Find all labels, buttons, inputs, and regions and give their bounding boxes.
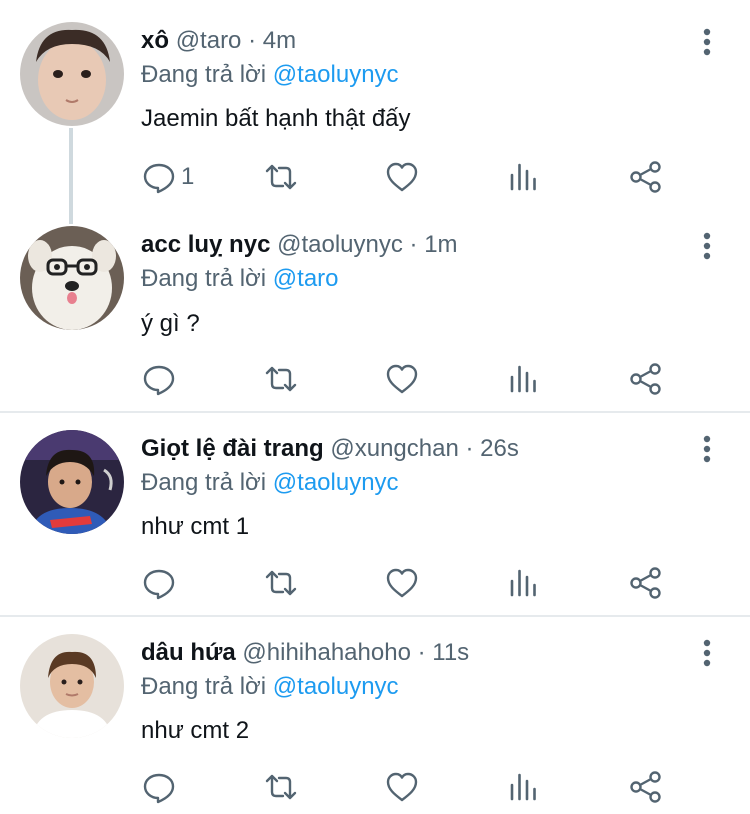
tweet-header: dâu hứa @hihihahahoho · 11s: [141, 638, 469, 668]
timestamp[interactable]: · 11s: [418, 639, 470, 666]
share-button[interactable]: [629, 769, 663, 805]
retweet-button[interactable]: [262, 769, 300, 805]
avatar[interactable]: [20, 634, 124, 738]
replying-to-label: Đang trả lời: [141, 673, 267, 700]
action-bar: [141, 769, 681, 805]
views-button[interactable]: [508, 769, 538, 805]
comment-icon: [141, 769, 211, 805]
analytics-icon: [508, 769, 538, 805]
handle[interactable]: @hihihahahoho: [242, 639, 411, 666]
mention-link[interactable]: @taoluynyc: [273, 673, 399, 700]
share-icon: [629, 769, 663, 805]
like-button[interactable]: [384, 769, 420, 805]
display-name[interactable]: dâu hứa: [141, 639, 236, 666]
tweet-text: như cmt 2: [141, 717, 250, 744]
heart-icon: [384, 769, 420, 805]
replying-to: Đang trả lời @taoluynyc: [141, 672, 399, 702]
reply-button[interactable]: [141, 769, 211, 805]
more-vertical-icon[interactable]: [697, 638, 717, 668]
tweet[interactable]: dâu hứa @hihihahahoho · 11s Đang trả lời…: [0, 0, 750, 814]
retweet-icon: [262, 769, 300, 805]
